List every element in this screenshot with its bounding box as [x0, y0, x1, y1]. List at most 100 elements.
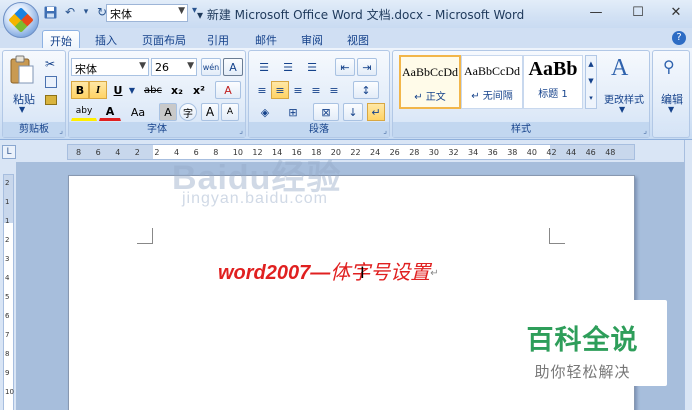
quick-access-toolbar: ↶ ▾ ↻ [42, 4, 110, 20]
increase-indent-icon[interactable]: ⇥ [357, 58, 377, 76]
tab-mailings[interactable]: 邮件 [246, 30, 286, 48]
enclose-characters-button[interactable]: 字 [179, 103, 197, 121]
numbering-icon[interactable]: ☰ [277, 58, 299, 76]
badge-subtitle: 助你轻松解决 [534, 363, 631, 381]
cut-icon[interactable]: ✂ [45, 57, 55, 71]
paste-icon[interactable] [9, 55, 35, 87]
group-launcher-icon[interactable]: ⌟ [643, 126, 647, 135]
ruler-number: 34 [468, 148, 479, 157]
ruler-number: 2 [154, 148, 160, 157]
chevron-down-icon[interactable]: ▼ [619, 105, 625, 114]
subscript-button[interactable]: x₂ [167, 81, 187, 99]
strikethrough-button[interactable]: abc [141, 81, 165, 99]
group-launcher-icon[interactable]: ⌟ [59, 126, 63, 135]
font-color-button[interactable]: A [99, 103, 121, 121]
ruler-number: 4 [115, 148, 121, 157]
save-icon[interactable] [42, 4, 58, 20]
ruler-number: 46 [585, 148, 596, 157]
ruler-number: 26 [389, 148, 400, 157]
minimize-button[interactable]: — [576, 0, 616, 24]
qat-font-combo[interactable]: 宋体 ▼ [106, 4, 188, 22]
align-left-icon[interactable]: ≡ [253, 81, 271, 99]
ruler-number: 4 [5, 274, 10, 282]
tab-home[interactable]: 开始 [42, 30, 80, 48]
highlight-button[interactable]: aby [71, 103, 97, 121]
copy-icon[interactable] [45, 76, 57, 88]
undo-icon[interactable]: ↶ [62, 4, 78, 20]
decrease-indent-icon[interactable]: ⇤ [335, 58, 355, 76]
align-right-icon[interactable]: ≡ [289, 81, 307, 99]
ruler-number: 6 [5, 312, 10, 320]
paste-dropdown-icon[interactable]: ▼ [19, 105, 25, 114]
group-launcher-icon[interactable]: ⌟ [383, 126, 387, 135]
tab-page-layout[interactable]: 页面布局 [136, 30, 192, 48]
crop-mark [137, 228, 153, 244]
bold-button[interactable]: B [71, 81, 89, 99]
shrink-font-button[interactable]: A [221, 103, 239, 121]
vertical-ruler[interactable]: 2 1 1 2 3 4 5 6 7 8 9 10 [3, 174, 14, 410]
maximize-button[interactable]: ☐ [618, 0, 658, 24]
superscript-button[interactable]: x² [189, 81, 209, 99]
style-name: ↵ 正文 [414, 92, 446, 103]
change-styles-label[interactable]: 更改样式 [599, 91, 649, 106]
crop-mark [549, 228, 565, 244]
style-sample: AaBbCcDd [402, 65, 458, 79]
change-styles-icon[interactable]: A [611, 55, 628, 82]
vertical-scrollbar[interactable] [684, 140, 692, 410]
change-case-button[interactable]: Aa [125, 103, 151, 121]
line-spacing-icon[interactable]: ↕ [353, 81, 379, 99]
styles-scroll[interactable]: ▲ ▼ ▾ [585, 55, 597, 109]
clear-formatting-button[interactable]: A [215, 81, 241, 99]
phonetic-guide-button[interactable]: wén [201, 58, 221, 76]
ruler-number: 1 [5, 198, 10, 206]
horizontal-ruler-area: L 8 6 4 2 2 4 6 8 10 12 14 16 18 20 22 24 26 28 30 32 34 36 38… [0, 140, 692, 162]
character-shading-button[interactable]: A [159, 103, 177, 121]
underline-dropdown-icon[interactable]: ▼ [127, 81, 137, 99]
group-launcher-icon[interactable]: ⌟ [239, 126, 243, 135]
tab-references[interactable]: 引用 [198, 30, 238, 48]
grow-font-button[interactable]: A [201, 103, 219, 121]
tab-insert[interactable]: 插入 [86, 30, 126, 48]
group-font: 宋体 ▼ 26 ▼ wén A B I U ▼ abc x₂ x² A aby … [68, 50, 246, 138]
ruler-number: 30 [428, 148, 439, 157]
bullets-icon[interactable]: ☰ [253, 58, 275, 76]
font-name-combo[interactable]: 宋体 ▼ [71, 58, 149, 76]
chevron-down-icon[interactable]: ▼ [668, 105, 674, 114]
shading-icon[interactable]: ◈ [253, 103, 277, 121]
font-size-combo[interactable]: 26 ▼ [151, 58, 197, 76]
undo-dropdown-icon[interactable]: ▾ [82, 4, 90, 20]
horizontal-ruler[interactable]: 8 6 4 2 2 4 6 8 10 12 14 16 18 20 22 24 26 28 30 32 34 36 38 40… [67, 144, 635, 160]
multilevel-list-icon[interactable]: ☰ [301, 58, 323, 76]
title-bar: ↶ ▾ ↻ 宋体 ▼ ▾ ▾ 新建 Microsoft Office Word … [0, 0, 692, 38]
close-button[interactable]: ✕ [656, 0, 692, 24]
ruler-number: 40 [526, 148, 537, 157]
distributed-icon[interactable]: ≡ [325, 81, 343, 99]
styles-group-label: 样式 [393, 122, 649, 137]
style-heading-1[interactable]: AaBb 标题 1 [523, 55, 583, 109]
sort-icon[interactable]: ↓ [343, 103, 363, 121]
tab-review[interactable]: 审阅 [292, 30, 332, 48]
group-editing: ⚲ 编辑 ▼ [652, 50, 690, 138]
style-normal[interactable]: AaBbCcDd ↵ 正文 [399, 55, 461, 109]
ruler-number: 5 [5, 293, 10, 301]
borders-icon[interactable]: ⊞ [281, 103, 305, 121]
align-center-icon[interactable]: ≡ [271, 81, 289, 99]
style-no-spacing[interactable]: AaBbCcDd ↵ 无间隔 [461, 55, 523, 109]
tab-selector[interactable]: L [2, 145, 16, 159]
binoculars-icon[interactable]: ⚲ [663, 57, 675, 76]
office-button[interactable] [3, 2, 39, 38]
chinese-layout-icon[interactable]: ⊠ [313, 103, 339, 121]
document-text[interactable]: word2007—体字号设置↵ [218, 256, 439, 285]
text-cursor-icon: I [360, 263, 365, 282]
underline-button[interactable]: U [109, 81, 127, 99]
show-marks-icon[interactable]: ↵ [367, 103, 385, 121]
ruler-number: 22 [350, 148, 361, 157]
italic-button[interactable]: I [89, 81, 107, 99]
font-group-label: 字体 [69, 122, 245, 137]
ruler-number: 24 [370, 148, 381, 157]
format-painter-icon[interactable] [45, 95, 57, 105]
justify-icon[interactable]: ≡ [307, 81, 325, 99]
tab-view[interactable]: 视图 [338, 30, 378, 48]
character-border-button[interactable]: A [223, 58, 243, 76]
help-icon[interactable]: ? [672, 31, 686, 45]
